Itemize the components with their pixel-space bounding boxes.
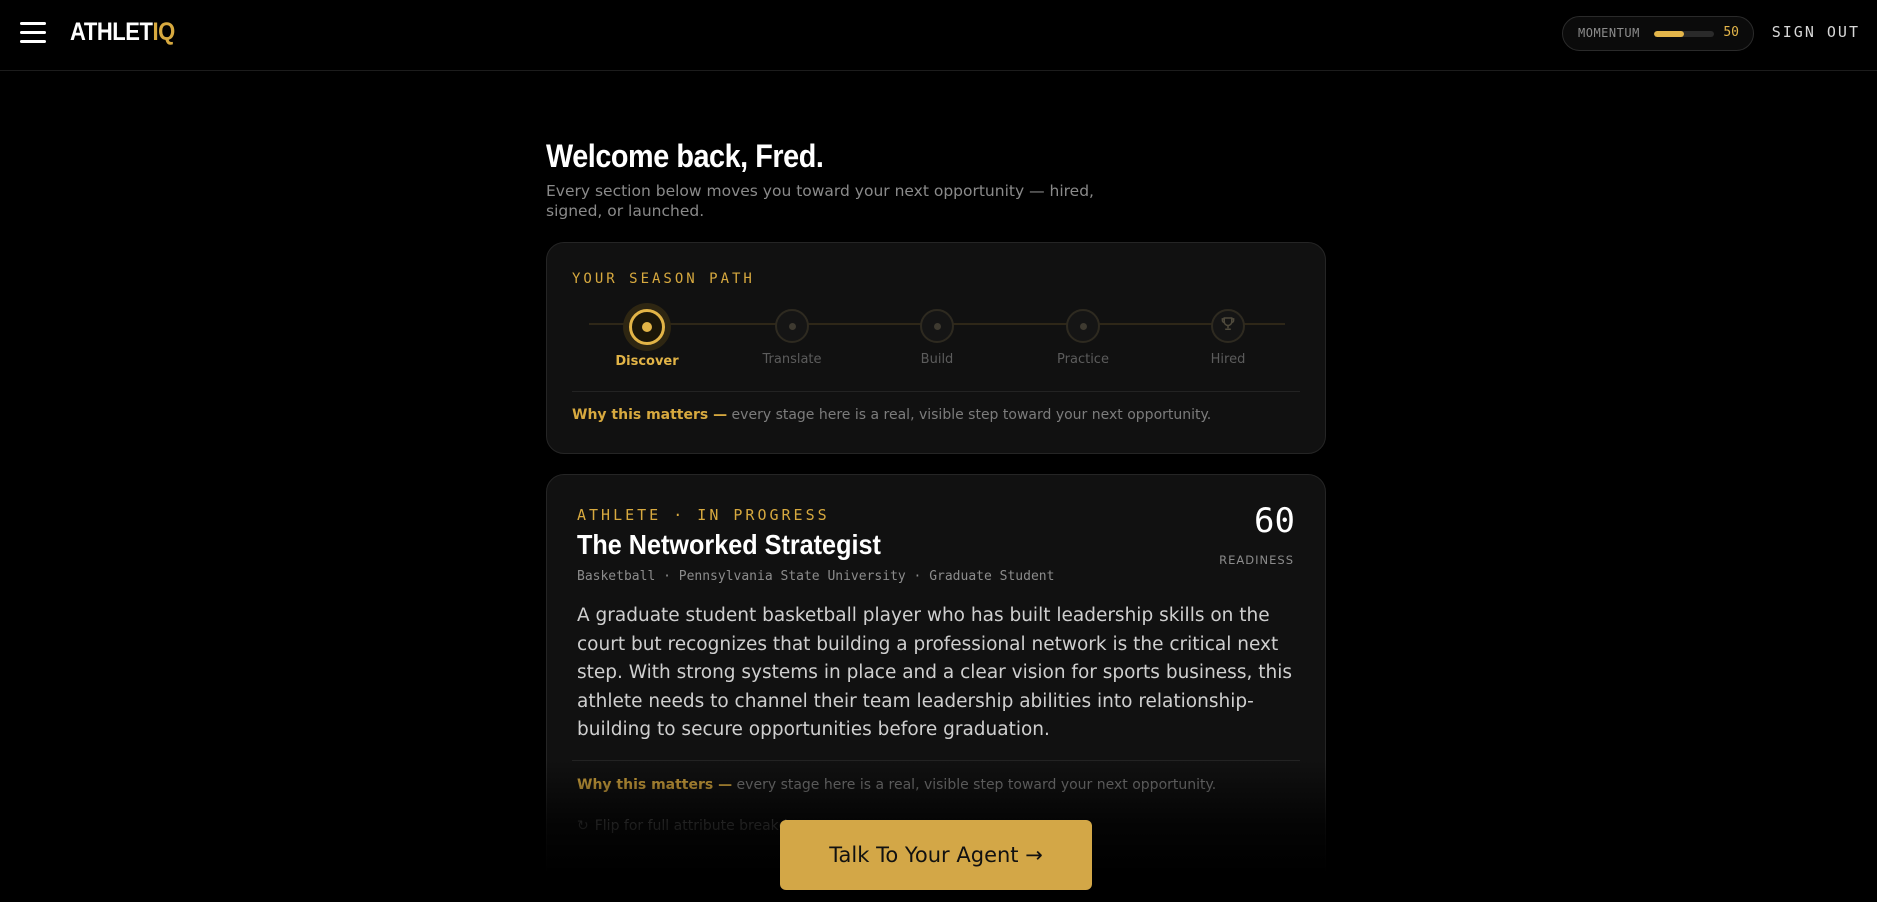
momentum-progress-fill bbox=[1654, 31, 1684, 37]
why-this-matters: Why this matters — every stage here is a… bbox=[577, 777, 1216, 793]
divider bbox=[572, 391, 1300, 392]
stage-build[interactable]: Build bbox=[877, 309, 997, 367]
stage-build-marker bbox=[920, 309, 954, 343]
season-path-card: YOUR SEASON PATH Discover Translate Buil… bbox=[546, 242, 1326, 454]
trophy-icon bbox=[1221, 316, 1236, 335]
stage-translate[interactable]: Translate bbox=[732, 309, 852, 367]
why-text: every stage here is a real, visible step… bbox=[727, 407, 1212, 423]
athlete-meta: Basketball · Pennsylvania State Universi… bbox=[577, 569, 1055, 584]
stage-discover[interactable]: Discover bbox=[587, 309, 707, 369]
why-this-matters: Why this matters — every stage here is a… bbox=[572, 407, 1211, 423]
season-path-title: YOUR SEASON PATH bbox=[572, 271, 755, 287]
readiness-score: 60 bbox=[1254, 501, 1295, 541]
momentum-value: 50 bbox=[1723, 25, 1739, 40]
why-text: every stage here is a real, visible step… bbox=[732, 777, 1217, 793]
readiness-label: READINESS bbox=[1219, 553, 1294, 567]
stage-label: Discover bbox=[615, 354, 679, 369]
momentum-meter: MOMENTUM 50 bbox=[1562, 16, 1754, 51]
sign-out-button[interactable]: SIGN OUT bbox=[1772, 23, 1860, 41]
stage-hired-marker bbox=[1211, 309, 1245, 343]
momentum-progress-track bbox=[1654, 31, 1714, 37]
momentum-label: MOMENTUM bbox=[1578, 26, 1640, 40]
brand-name-part1: ATHLET bbox=[70, 18, 153, 46]
stage-translate-marker bbox=[775, 309, 809, 343]
why-highlight: Why this matters — bbox=[572, 407, 728, 423]
brand-logo[interactable]: ATHLETIQ bbox=[70, 18, 175, 47]
stage-practice[interactable]: Practice bbox=[1023, 309, 1143, 367]
stage-label: Hired bbox=[1210, 352, 1246, 367]
stage-practice-marker bbox=[1066, 309, 1100, 343]
stage-hired[interactable]: Hired bbox=[1168, 309, 1288, 367]
welcome-heading: Welcome back, Fred. bbox=[546, 138, 824, 174]
stage-discover-marker bbox=[629, 309, 665, 345]
talk-to-agent-button[interactable]: Talk To Your Agent → bbox=[780, 820, 1092, 890]
divider bbox=[572, 760, 1300, 761]
profile-status-eyebrow: ATHLETE · IN PROGRESS bbox=[577, 506, 830, 524]
stage-label: Translate bbox=[762, 352, 822, 367]
why-highlight: Why this matters — bbox=[577, 777, 733, 793]
persona-description: A graduate student basketball player who… bbox=[577, 605, 1292, 741]
persona-title: The Networked Strategist bbox=[577, 529, 881, 560]
stage-label: Build bbox=[920, 352, 954, 367]
brand-name-part2: IQ bbox=[152, 18, 176, 46]
stage-label: Practice bbox=[1057, 352, 1109, 367]
welcome-subtitle: Every section below moves you toward you… bbox=[546, 182, 1094, 220]
refresh-icon: ↻ bbox=[577, 818, 589, 834]
top-navigation-bar: ATHLETIQ MOMENTUM 50 SIGN OUT bbox=[0, 0, 1877, 71]
hamburger-menu-icon[interactable] bbox=[20, 22, 46, 44]
